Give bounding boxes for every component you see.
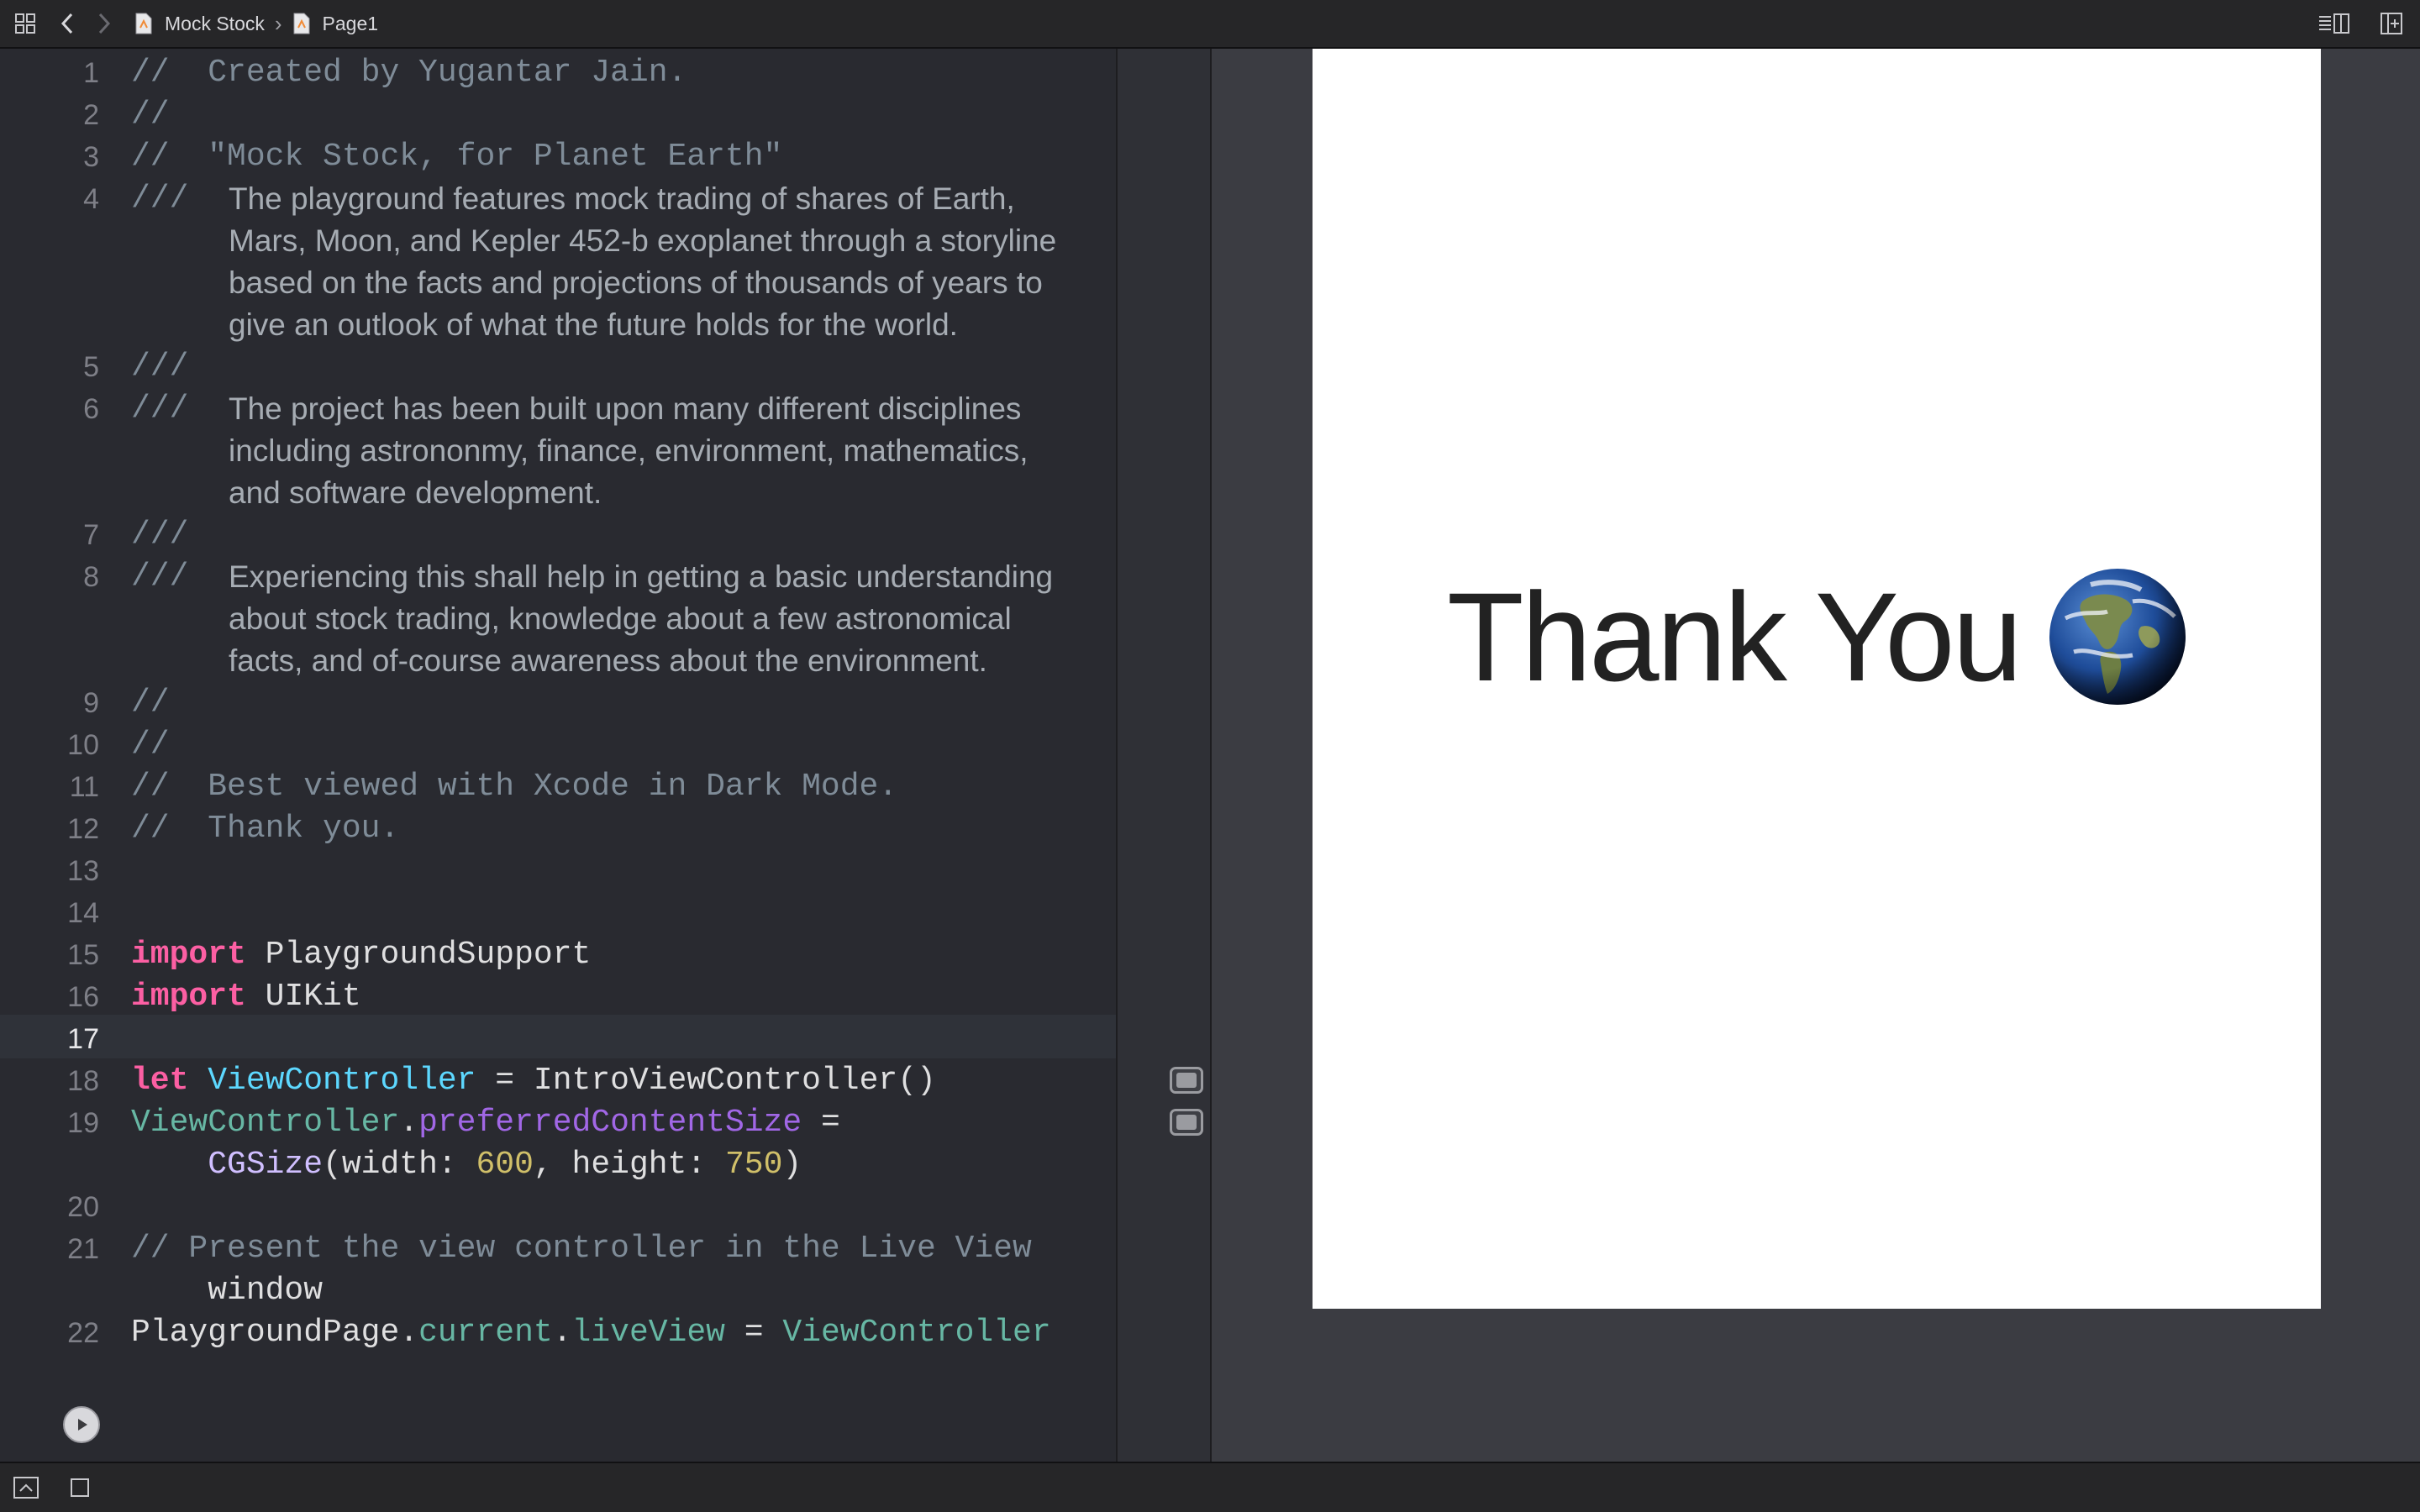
code-line[interactable]: 17	[0, 1018, 1116, 1060]
line-number: 9	[83, 687, 99, 719]
line-number: 19	[67, 1107, 99, 1139]
line-number: 17	[67, 1023, 99, 1055]
code-text: // Present the view controller in the Li…	[131, 1231, 1032, 1309]
thank-you-message: Thank You	[1447, 568, 2186, 706]
line-number: 15	[67, 939, 99, 971]
line-number: 14	[67, 897, 99, 929]
doc-comment-marker: ///	[131, 181, 189, 217]
code-line[interactable]: 18 let ViewController = IntroViewControll…	[0, 1060, 1116, 1102]
top-navigation-bar: Mock Stock › Page1	[0, 0, 2420, 49]
doc-comment-text: Experiencing this shall help in getting …	[229, 559, 1054, 594]
code-line[interactable]: 12 // Thank you.	[0, 808, 1116, 850]
code-text: import UIKit	[131, 979, 361, 1015]
breadcrumb-separator-chevron-icon: ›	[274, 10, 282, 36]
code-text: // Thank you.	[131, 811, 400, 847]
code-text: //	[131, 97, 170, 133]
line-number: 18	[67, 1065, 99, 1097]
results-sidebar	[1116, 49, 1212, 1462]
line-number: 5	[83, 351, 99, 383]
page-file-icon	[292, 13, 311, 34]
code-line[interactable]: 4 /// The playground features mock trading…	[0, 178, 1116, 346]
code-text: // Best viewed with Xcode in Dark Mode.	[131, 769, 898, 805]
code-line[interactable]: 7 ///	[0, 514, 1116, 556]
doc-comment-text: and software development.	[229, 475, 602, 510]
line-number: 11	[69, 771, 99, 803]
code-text: import PlaygroundSupport	[131, 937, 592, 973]
breadcrumb-item-project[interactable]: Mock Stock	[165, 13, 265, 35]
playground-file-icon	[134, 13, 153, 34]
code-text: //	[131, 685, 170, 721]
line-number: 10	[67, 729, 99, 761]
code-text: //	[131, 727, 170, 763]
doc-comment-text: The project has been built upon many dif…	[229, 391, 1022, 426]
line-number: 13	[67, 855, 99, 887]
doc-comment-marker: ///	[131, 517, 189, 553]
code-line[interactable]: 8 /// Experiencing this shall help in gett…	[0, 556, 1116, 682]
doc-comment-text: The playground features mock trading of …	[229, 181, 1015, 216]
editor-options-icon[interactable]	[2316, 7, 2353, 40]
add-editor-icon[interactable]	[2376, 7, 2407, 40]
code-line[interactable]: 20	[0, 1186, 1116, 1228]
code-line[interactable]: 15 import PlaygroundSupport	[0, 934, 1116, 976]
related-items-grid-icon[interactable]	[12, 7, 39, 40]
code-line[interactable]: 22 PlaygroundPage.current.liveView = View…	[0, 1312, 1116, 1354]
back-chevron-icon[interactable]	[57, 7, 77, 40]
code-text: // Created by Yugantar Jain.	[131, 55, 687, 91]
line-number: 8	[83, 561, 99, 593]
code-text: ViewController.preferredContentSize = CG…	[131, 1105, 840, 1183]
code-line[interactable]: 3 // "Mock Stock, for Planet Earth"	[0, 136, 1116, 178]
code-line[interactable]: 11 // Best viewed with Xcode in Dark Mode…	[0, 766, 1116, 808]
bottom-debug-bar	[0, 1462, 2420, 1512]
doc-comment-text: Mars, Moon, and Kepler 452-b exoplanet t…	[229, 223, 1057, 258]
code-line[interactable]: 6 /// The project has been built upon many…	[0, 388, 1116, 514]
line-number: 21	[67, 1233, 99, 1265]
thank-you-label: Thank You	[1447, 566, 2023, 707]
code-line[interactable]: 16 import UIKit	[0, 976, 1116, 1018]
code-text: // "Mock Stock, for Planet Earth"	[131, 139, 783, 175]
code-line[interactable]: 1 // Created by Yugantar Jain.	[0, 52, 1116, 94]
line-number: 7	[83, 519, 99, 551]
source-editor[interactable]: 1 // Created by Yugantar Jain. 2 // 3 // "Moc…	[0, 49, 1116, 1462]
line-number: 20	[67, 1191, 99, 1223]
code-line[interactable]: 13	[0, 850, 1116, 892]
doc-comment-text: facts, and of-course awareness about the…	[229, 643, 987, 678]
line-number: 2	[83, 99, 99, 131]
breadcrumb-item-page[interactable]: Page1	[323, 13, 379, 35]
doc-comment-text: give an outlook of what the future holds…	[229, 307, 958, 342]
doc-comment-text: about stock trading, knowledge about a f…	[229, 601, 1012, 636]
doc-comment-marker: ///	[131, 349, 189, 385]
quick-look-result-button[interactable]	[1170, 1067, 1203, 1094]
code-line[interactable]: 19 ViewController.preferredContentSize = …	[0, 1102, 1116, 1186]
live-view-pane: Thank You	[1212, 49, 2420, 1462]
xcode-playground-window: Mock Stock › Page1 1 // Created by Yugant…	[0, 0, 2420, 1512]
line-number: 3	[83, 141, 99, 173]
code-line[interactable]: 10 //	[0, 724, 1116, 766]
hide-debug-area-icon[interactable]	[13, 1477, 39, 1503]
line-number: 16	[67, 981, 99, 1013]
code-text: PlaygroundPage.current.liveView = ViewCo…	[131, 1315, 1051, 1351]
code-text: let ViewController = IntroViewController…	[131, 1063, 936, 1099]
line-number: 12	[67, 813, 99, 845]
code-line[interactable]: 2 //	[0, 94, 1116, 136]
run-playground-button[interactable]	[63, 1406, 100, 1443]
doc-comment-marker: ///	[131, 391, 189, 427]
doc-comment-marker: ///	[131, 559, 189, 595]
doc-comment-text: based on the facts and projections of th…	[229, 265, 1043, 300]
line-number: 1	[83, 57, 99, 89]
live-view-canvas[interactable]: Thank You	[1313, 49, 2321, 1309]
breadcrumb: Mock Stock › Page1	[134, 0, 378, 47]
doc-comment-text: including astrononmy, finance, environme…	[229, 433, 1028, 468]
forward-chevron-icon[interactable]	[94, 7, 114, 40]
code-line[interactable]: 14	[0, 892, 1116, 934]
code-line[interactable]: 9 //	[0, 682, 1116, 724]
code-line[interactable]: 21 // Present the view controller in the …	[0, 1228, 1116, 1312]
line-number: 6	[83, 393, 99, 425]
code-line[interactable]: 5 ///	[0, 346, 1116, 388]
stop-square-icon[interactable]	[71, 1478, 89, 1501]
line-number: 4	[83, 183, 99, 215]
earth-globe-icon	[2049, 569, 2186, 705]
line-number: 22	[67, 1317, 99, 1349]
quick-look-result-button[interactable]	[1170, 1109, 1203, 1136]
